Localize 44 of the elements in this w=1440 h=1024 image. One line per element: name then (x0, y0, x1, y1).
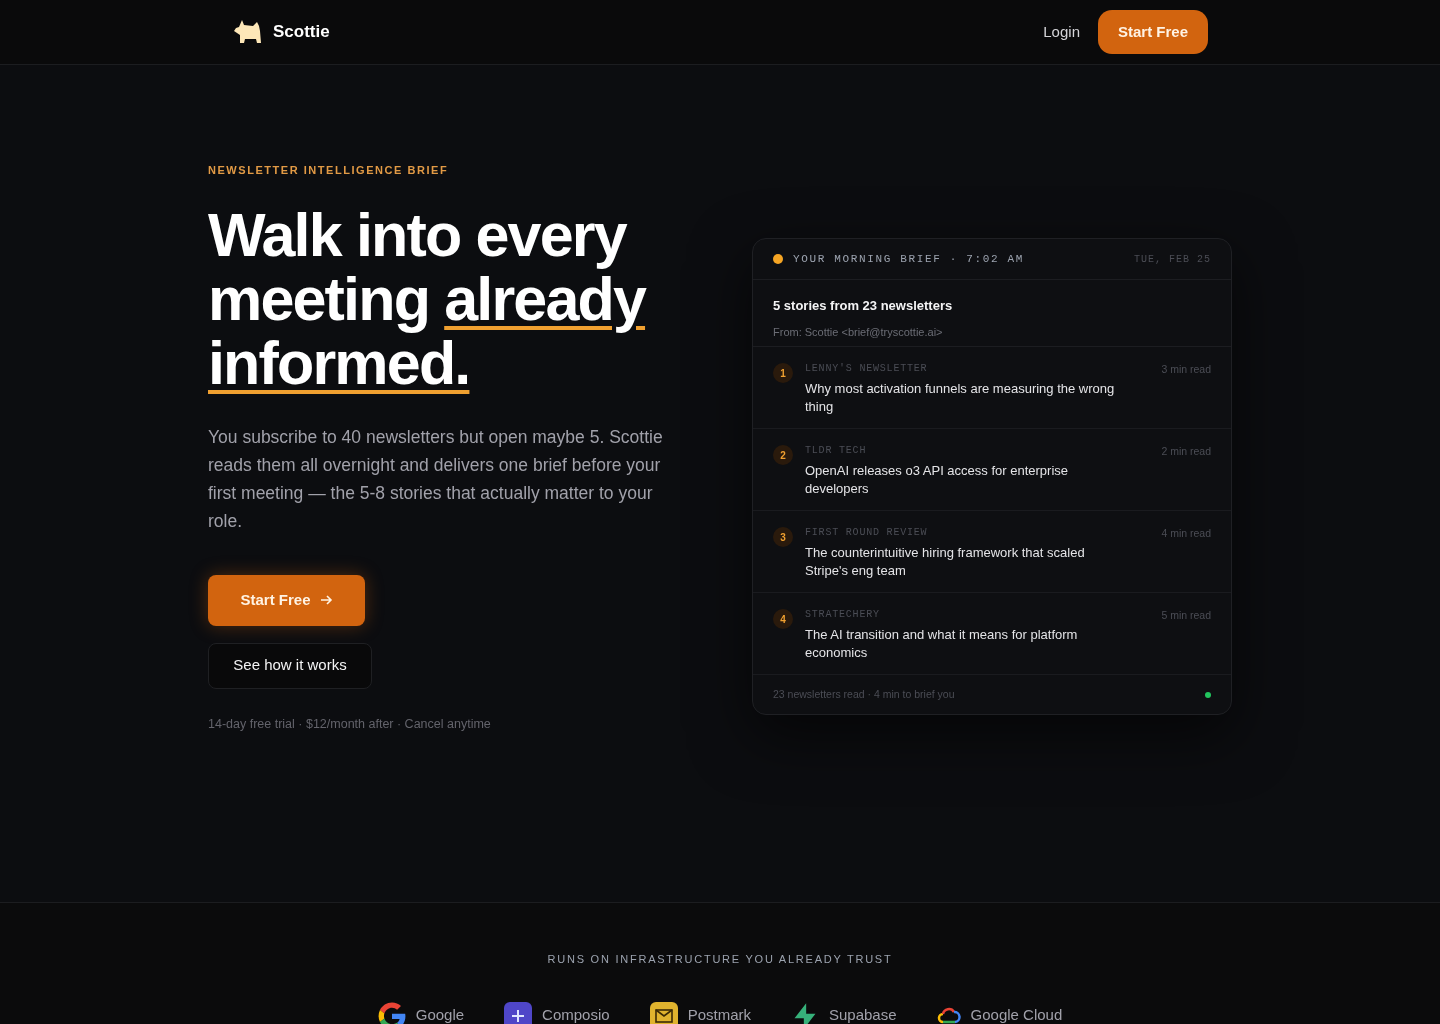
story-source: LENNY'S NEWSLETTER (805, 362, 929, 376)
read-time: 2 min read (1161, 444, 1211, 459)
g-logo-icon (377, 1001, 406, 1024)
story-row[interactable]: 1 LENNY'S NEWSLETTER Why most activation funnels are measuring the wrong thing 3 min read (753, 347, 1231, 429)
hero-description: You subscribe to 40 newsletters but open maybe 5. Scottie reads them all overnight and delivers one brief before your first meeting — the 5-8 stories that actually matter to your role. (208, 425, 664, 533)
story-number: 3 (773, 527, 793, 547)
brief-date: TUE, FEB 25 (1134, 252, 1211, 267)
read-time: 3 min read (1161, 362, 1211, 377)
partner-name: Composio (542, 1005, 610, 1024)
read-time: 4 min read (1161, 526, 1211, 541)
brand-name: Scottie (273, 21, 330, 44)
envelope-logo-icon (649, 1001, 678, 1024)
story-headline: The counterintuitive hiring framework that scaled Stripe's eng team (805, 544, 1086, 580)
story-headline: OpenAI releases o3 API access for enterprise developers (805, 462, 1070, 498)
partner-name: Google Cloud (970, 1005, 1063, 1024)
plus-logo-icon (504, 1001, 533, 1024)
partner-name: Supabase (829, 1005, 897, 1024)
brief-header: YOUR MORNING BRIEF · 7:02 AM (793, 251, 1025, 267)
story-source: TLDR TECH (805, 444, 868, 458)
headline: Walk into every meeting already informed. (208, 202, 647, 395)
story-number: 1 (773, 363, 793, 383)
eyebrow-label: NEWSLETTER INTELLIGENCE BRIEF (208, 163, 450, 178)
partner-name: Google (415, 1005, 465, 1024)
story-headline: Why most activation funnels are measuring the wrong thing (805, 380, 1116, 416)
pricing-note: 14-day free trial · $12/month after · Cancel anytime (208, 715, 492, 733)
brief-footer: 23 newsletters read · 4 min to brief you (773, 686, 955, 703)
read-time: 5 min read (1161, 608, 1211, 623)
story-headline: The AI transition and what it means for platform economics (805, 626, 1079, 662)
story-source: FIRST ROUND REVIEW (805, 526, 929, 540)
partner-name: Postmark (687, 1005, 751, 1024)
brief-title: 5 stories from 23 newsletters (773, 297, 954, 315)
cloud-logo-icon (936, 1005, 961, 1024)
dog-logo-icon (233, 19, 263, 45)
infrastructure-heading: RUNS ON INFRASTRUCTURE YOU ALREADY TRUST (547, 952, 893, 967)
arrow-right-icon (318, 593, 333, 607)
brief-sender: From: Scottie <brief@tryscottie.ai> (773, 324, 944, 340)
story-source: STRATECHERY (805, 608, 881, 622)
story-row[interactable]: 2 TLDR TECH OpenAI releases o3 API access for enterprise developers 2 min read (753, 429, 1231, 511)
login-link[interactable]: Login (1043, 20, 1080, 44)
story-number: 2 (773, 445, 793, 465)
see-how-it-works-button[interactable]: See how it works (208, 642, 372, 689)
story-row[interactable]: 3 FIRST ROUND REVIEW The counterintuitive hiring framework that scaled Stripe's eng team 4 min read (753, 511, 1231, 593)
story-number: 4 (773, 609, 793, 629)
story-row[interactable]: 4 STRATECHERY The AI transition and what it means for platform economics 5 min read (753, 593, 1231, 675)
